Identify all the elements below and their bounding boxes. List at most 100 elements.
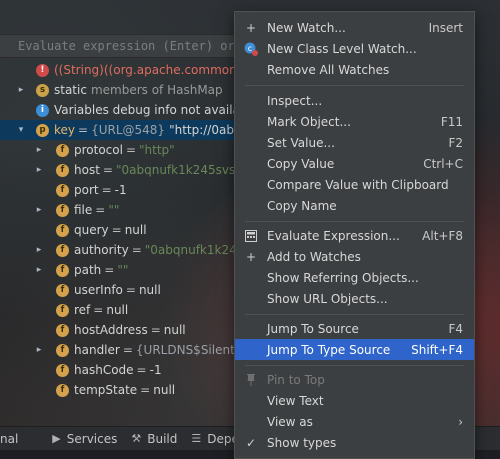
menu-item-add-to-watches[interactable]: + Add to Watches: [235, 246, 474, 267]
tree-row-field[interactable]: f tempState = null: [0, 380, 240, 400]
chevron-right-icon[interactable]: ▸: [34, 340, 44, 360]
error-expression-text: ((String)((org.apache.commons.co: [54, 63, 240, 77]
add-watch-icon: +: [245, 249, 257, 264]
menu-item-new-class-level-watch[interactable]: c New Class Level Watch...: [235, 38, 474, 59]
field-value: -1: [114, 183, 127, 197]
menu-item-show-types[interactable]: ✓ Show types: [235, 432, 474, 453]
calculator-icon: [235, 229, 267, 242]
field-name: hostAddress: [74, 323, 148, 337]
tree-row-field[interactable]: ▸fauthority="0abqnufk1k245svs: [0, 240, 240, 260]
field-value: -1: [149, 363, 162, 377]
menu-item-view-text[interactable]: View Text: [235, 390, 474, 411]
field-name: host: [74, 163, 100, 177]
field-name: userInfo: [74, 283, 123, 297]
tree-row-field[interactable]: ▸fhost="0abqnufk1k245svsr7cd: [0, 160, 240, 180]
chevron-right-icon[interactable]: ▸: [34, 200, 44, 220]
field-value: "0abqnufk1k245svs: [144, 243, 240, 257]
field-icon: f: [56, 343, 69, 357]
field-name: ref: [74, 303, 91, 317]
tree-row-field[interactable]: f port = -1: [0, 180, 240, 200]
chevron-right-icon[interactable]: ▸: [34, 260, 44, 280]
variables-tree: ! ((String)((org.apache.commons.co ▸ s s…: [0, 60, 240, 422]
tool-services-label: Services: [66, 431, 118, 446]
field-name: query: [74, 223, 109, 237]
chevron-right-icon[interactable]: ▸: [34, 140, 44, 160]
tool-services[interactable]: ▶ Services: [52, 432, 117, 446]
menu-item-copy-name[interactable]: Copy Name: [235, 195, 474, 216]
tool-terminal-label: nal: [0, 431, 19, 446]
menu-item-jump-to-type-source[interactable]: Jump To Type Source Shift+F4: [235, 339, 474, 360]
menu-item-inspect[interactable]: Inspect...: [235, 90, 474, 111]
tree-row-key[interactable]: ▾ p key = {URL@548} "http://0abqnufk: [0, 120, 240, 140]
layers-icon: ☰: [191, 432, 202, 445]
chevron-right-icon: ›: [458, 414, 463, 429]
chevron-down-icon[interactable]: ▾: [16, 120, 26, 140]
tree-row-field[interactable]: f ref = null: [0, 300, 240, 320]
menu-item-copy-value[interactable]: Copy Value Ctrl+C: [235, 153, 474, 174]
menu-item-mark-object[interactable]: Mark Object... F11: [235, 111, 474, 132]
tree-row-field[interactable]: f hashCode = -1: [0, 360, 240, 380]
tree-row-field[interactable]: f query = null: [0, 220, 240, 240]
static-label: static: [54, 83, 87, 97]
field-icon: f: [56, 303, 69, 317]
field-name: tempState: [74, 383, 138, 397]
menu-item-evaluate-expression[interactable]: Evaluate Expression... Alt+F8: [235, 225, 474, 246]
menu-item-show-referring-objects[interactable]: Show Referring Objects...: [235, 267, 474, 288]
field-name: handler: [74, 343, 120, 357]
field-value: "": [108, 203, 120, 217]
menu-item-set-value[interactable]: Set Value... F2: [235, 132, 474, 153]
tree-row-static[interactable]: ▸ s static members of HashMap: [0, 80, 240, 100]
field-icon: f: [56, 363, 69, 377]
tree-row-field[interactable]: f hostAddress = null: [0, 320, 240, 340]
field-value: {URLDNS$SilentURLS: [135, 343, 240, 357]
field-name: path: [74, 263, 102, 277]
menu-item-show-url-objects[interactable]: Show URL Objects...: [235, 288, 474, 309]
key-name: key: [54, 123, 76, 137]
field-name: port: [74, 183, 99, 197]
tool-build-label: Build: [147, 431, 178, 446]
field-icon: f: [56, 203, 69, 217]
tree-row-field[interactable]: ▸fhandler={URLDNS$SilentURLS: [0, 340, 240, 360]
menu-separator: [245, 365, 464, 366]
chevron-right-icon[interactable]: ▸: [34, 160, 44, 180]
tool-build[interactable]: ⚒ Build: [131, 432, 177, 446]
field-name: file: [74, 203, 93, 217]
field-value: null: [138, 283, 161, 297]
chevron-right-icon[interactable]: ▸: [34, 240, 44, 260]
tree-row-field[interactable]: f userInfo = null: [0, 280, 240, 300]
tree-row-error[interactable]: ! ((String)((org.apache.commons.co: [0, 60, 240, 80]
static-icon: s: [36, 83, 49, 97]
class-watch-icon: c: [235, 42, 267, 56]
menu-item-compare-value[interactable]: Compare Value with Clipboard: [235, 174, 474, 195]
tree-row-field[interactable]: ▸ f path = "": [0, 260, 240, 280]
key-type: {URL@548}: [91, 123, 166, 137]
field-value: "0abqnufk1k245svsr7cd: [115, 163, 240, 177]
field-name: authority: [74, 243, 129, 257]
field-icon: f: [56, 183, 69, 197]
field-name: hashCode: [74, 363, 134, 377]
menu-item-view-as[interactable]: View as ›: [235, 411, 474, 432]
menu-item-remove-all-watches[interactable]: Remove All Watches: [235, 59, 474, 80]
tree-row-field[interactable]: ▸ f protocol = "http": [0, 140, 240, 160]
field-value: null: [106, 303, 129, 317]
plus-icon: +: [245, 20, 257, 35]
menu-item-jump-to-source[interactable]: Jump To Source F4: [235, 318, 474, 339]
key-value: "http://0abqnufk: [169, 123, 240, 137]
field-icon: f: [56, 263, 69, 277]
chevron-right-icon[interactable]: ▸: [16, 80, 26, 100]
play-icon: ▶: [52, 432, 61, 445]
info-icon: i: [36, 103, 49, 117]
context-menu: + New Watch... Insert c New Class Level …: [234, 11, 475, 459]
tool-terminal[interactable]: nal: [0, 432, 18, 446]
menu-separator: [245, 314, 464, 315]
menu-item-pin-to-top[interactable]: Pin to Top: [235, 369, 474, 390]
field-value: null: [163, 323, 186, 337]
pin-icon: [235, 373, 267, 386]
tree-row-info: i Variables debug info not available: [0, 100, 240, 120]
field-value: "http": [139, 143, 175, 157]
menu-item-new-watch[interactable]: + New Watch... Insert: [235, 17, 474, 38]
field-icon: f: [56, 323, 69, 337]
tree-row-field[interactable]: ▸ f file = "": [0, 200, 240, 220]
field-value: "": [117, 263, 129, 277]
evaluate-expression-input[interactable]: Evaluate expression (Enter) or: [0, 34, 240, 58]
